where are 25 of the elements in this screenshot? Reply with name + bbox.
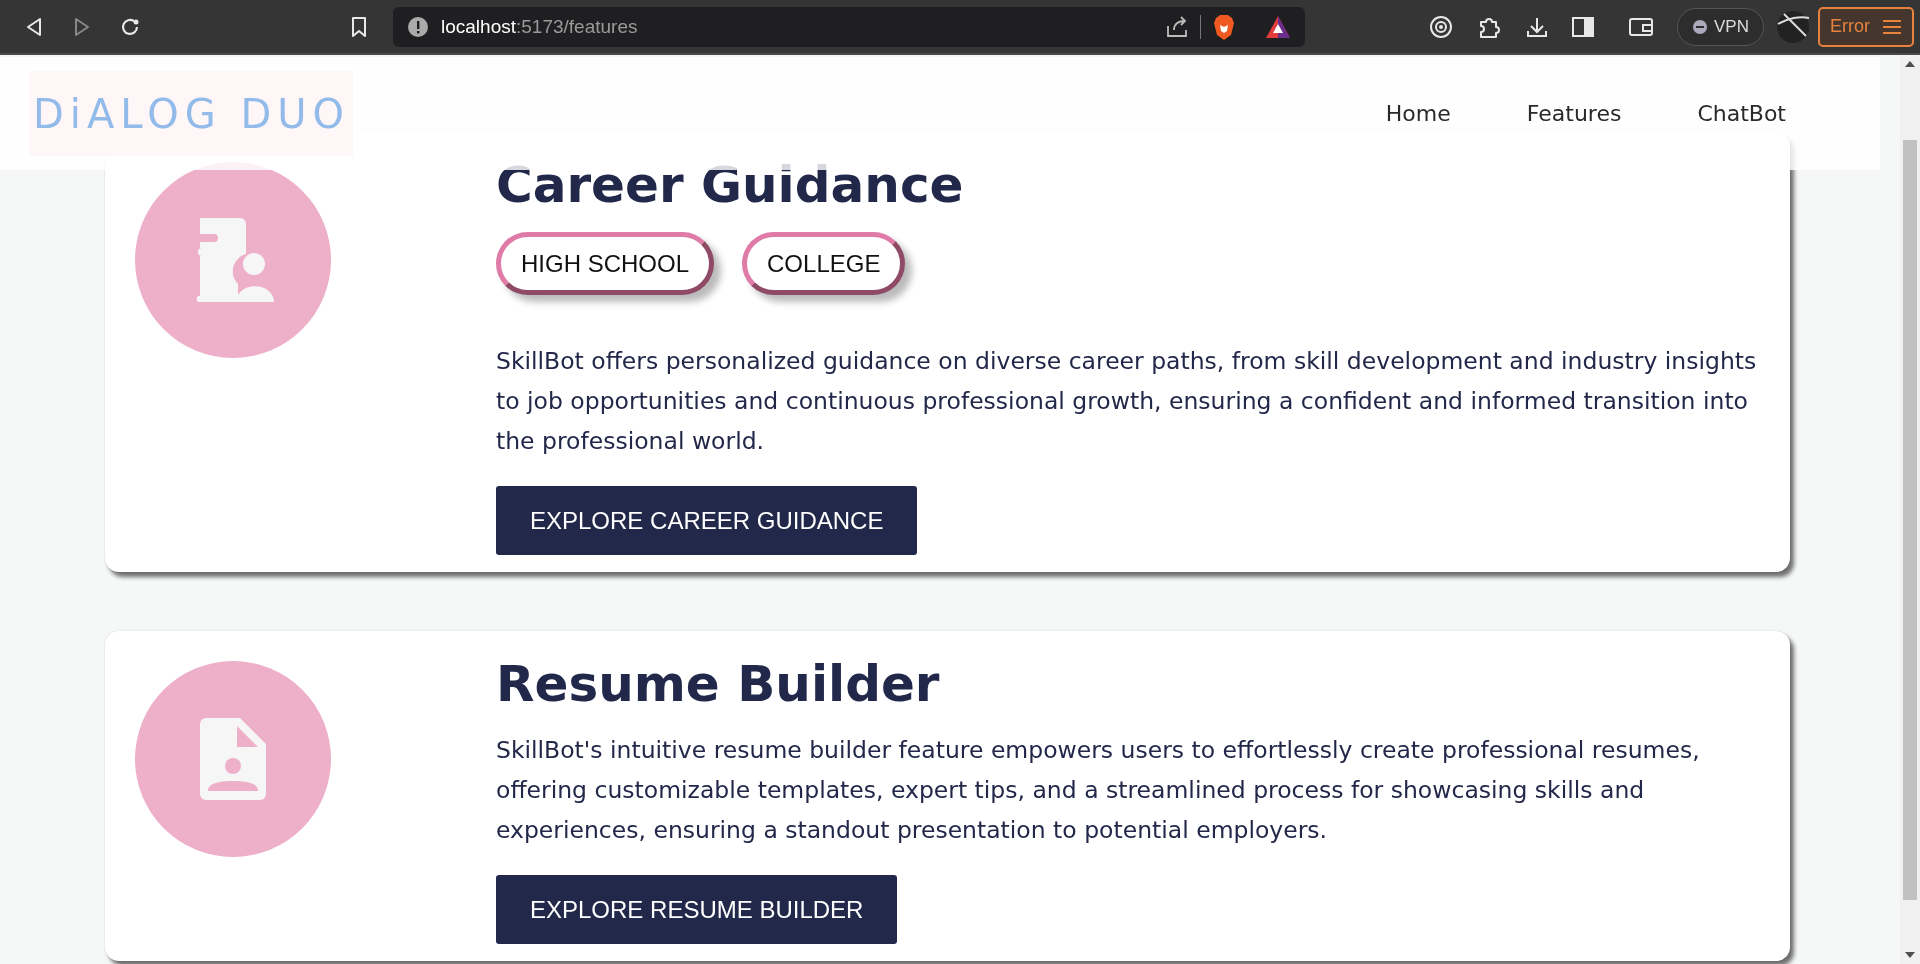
- feature-title: Career Guidance: [496, 155, 965, 216]
- explore-button[interactable]: EXPLORE RESUME BUILDER: [496, 875, 898, 944]
- person-document-icon: [200, 718, 266, 800]
- explore-button[interactable]: EXPLORE CAREER GUIDANCE: [496, 486, 918, 555]
- tag-chip: HIGH SCHOOL: [496, 232, 715, 295]
- menu-icon: [1881, 18, 1902, 35]
- feature-title: Resume Builder: [496, 654, 941, 715]
- vpn-button[interactable]: VPN: [1677, 7, 1764, 46]
- info-icon[interactable]: [407, 15, 429, 38]
- nav-link[interactable]: Home: [1385, 101, 1451, 126]
- error-menu-button[interactable]: Error: [1817, 6, 1914, 47]
- profile-avatar-icon[interactable]: [1775, 9, 1810, 44]
- feature-description: SkillBot's intuitive resume builder feature empowers users to effortlessly create professional resumes, offering customizable templates, expert tips, and a streamlined process for showcasing skills and experiences, ensuring a standout presentation to potential employers.: [496, 735, 1701, 846]
- scroll-up-icon[interactable]: [1905, 61, 1915, 67]
- feature-description: SkillBot offers personalized guidance on diverse career paths, from skill development and industry insights to job opportunities and continuous professional growth, ensuring a confident and informed transition into the professional world.: [496, 346, 1758, 457]
- scrollbar[interactable]: [1900, 55, 1920, 964]
- scroll-down-icon[interactable]: [1905, 952, 1915, 958]
- nav-link[interactable]: Features: [1526, 101, 1622, 126]
- address-field[interactable]: localhost:5173/features: [393, 6, 1305, 47]
- lion-icon[interactable]: [1213, 13, 1235, 40]
- minus-icon: [1692, 18, 1708, 35]
- triangle-icon[interactable]: [1265, 14, 1291, 39]
- share-icon[interactable]: [1166, 15, 1188, 38]
- tag-chip: COLLEGE: [742, 232, 906, 295]
- nav-link[interactable]: ChatBot: [1697, 101, 1786, 126]
